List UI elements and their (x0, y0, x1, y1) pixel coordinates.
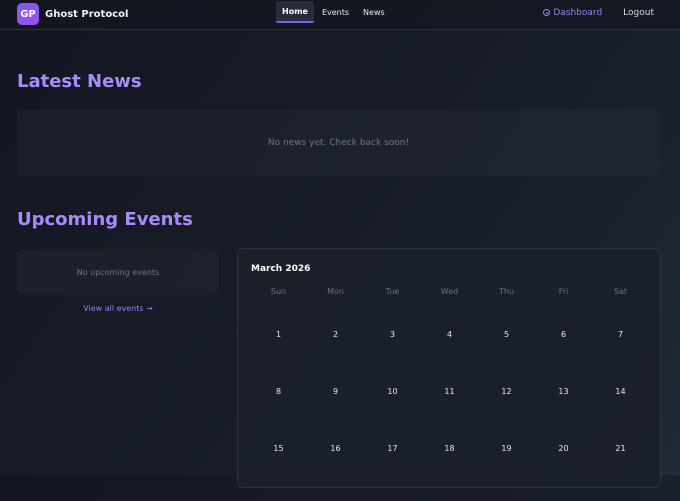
calendar-day[interactable]: 2 (307, 330, 364, 387)
weekday-tue: Tue (385, 287, 400, 296)
events-empty-text: No upcoming events (76, 267, 160, 277)
calendar-week: 8 9 10 11 12 13 14 (250, 387, 650, 444)
nav-link-events[interactable]: Events (316, 1, 355, 23)
nav-link-news[interactable]: News (357, 1, 391, 23)
weekday-thu: Thu (498, 287, 515, 296)
news-empty-text: No news yet. Check back soon! (267, 138, 410, 148)
calendar-day[interactable]: 8 (250, 387, 307, 444)
brand[interactable]: GP Ghost Protocol (17, 3, 128, 25)
calendar-day[interactable]: 3 (364, 330, 421, 387)
dashboard-label: Dashboard (553, 7, 603, 18)
brand-name: Ghost Protocol (45, 8, 129, 20)
weekday-sat: Sat (613, 287, 628, 296)
upcoming-events-title: Upcoming Events (17, 209, 193, 230)
weekday-wed: Wed (440, 287, 459, 296)
calendar-day[interactable]: 21 (592, 444, 649, 501)
calendar-week: 15 16 17 18 19 20 21 (250, 444, 650, 501)
calendar-day[interactable]: 9 (307, 387, 364, 444)
nav-right: Dashboard Logout (543, 0, 654, 25)
calendar-day[interactable]: 15 (250, 444, 307, 501)
brand-logo: GP (17, 3, 39, 25)
dashboard-icon (543, 9, 551, 16)
dashboard-link[interactable]: Dashboard (543, 8, 602, 18)
calendar-day[interactable]: 20 (535, 444, 592, 501)
news-empty-box: No news yet. Check back soon! (17, 110, 660, 176)
calendar-day[interactable]: 12 (478, 387, 535, 444)
calendar-week: 1 2 3 4 5 6 7 (250, 330, 650, 387)
calendar-day[interactable]: 4 (421, 330, 478, 387)
calendar-day[interactable]: 11 (421, 387, 478, 444)
calendar-day[interactable]: 18 (421, 444, 478, 501)
latest-news-title: Latest News (17, 71, 142, 92)
calendar-grid: Sun Mon Tue Wed Thu Fri Sat 1 2 3 4 5 6 … (250, 287, 650, 501)
nav-link-home[interactable]: Home (276, 1, 314, 23)
calendar-day[interactable]: 10 (364, 387, 421, 444)
weekday-mon: Mon (327, 287, 344, 296)
calendar: March 2026 Sun Mon Tue Wed Thu Fri Sat 1… (237, 248, 661, 488)
view-all-events-link[interactable]: View all events → (17, 304, 219, 313)
calendar-day[interactable]: 13 (535, 387, 592, 444)
top-navbar: GP Ghost Protocol Home Events News Dashb… (0, 0, 680, 30)
nav-links: Home Events News (276, 0, 393, 30)
calendar-day[interactable]: 6 (535, 330, 592, 387)
calendar-day[interactable]: 7 (592, 330, 649, 387)
weekday-sun: Sun (270, 287, 287, 296)
calendar-day[interactable]: 19 (478, 444, 535, 501)
calendar-day[interactable]: 17 (364, 444, 421, 501)
calendar-day[interactable]: 14 (592, 387, 649, 444)
events-empty-box: No upcoming events (17, 249, 219, 295)
calendar-day[interactable]: 16 (307, 444, 364, 501)
calendar-weekday-row: Sun Mon Tue Wed Thu Fri Sat (250, 287, 650, 297)
calendar-day[interactable]: 1 (250, 330, 307, 387)
logout-link[interactable]: Logout (623, 8, 654, 18)
calendar-day[interactable]: 5 (478, 330, 535, 387)
weekday-fri: Fri (558, 287, 569, 296)
calendar-month: March 2026 (251, 264, 311, 274)
